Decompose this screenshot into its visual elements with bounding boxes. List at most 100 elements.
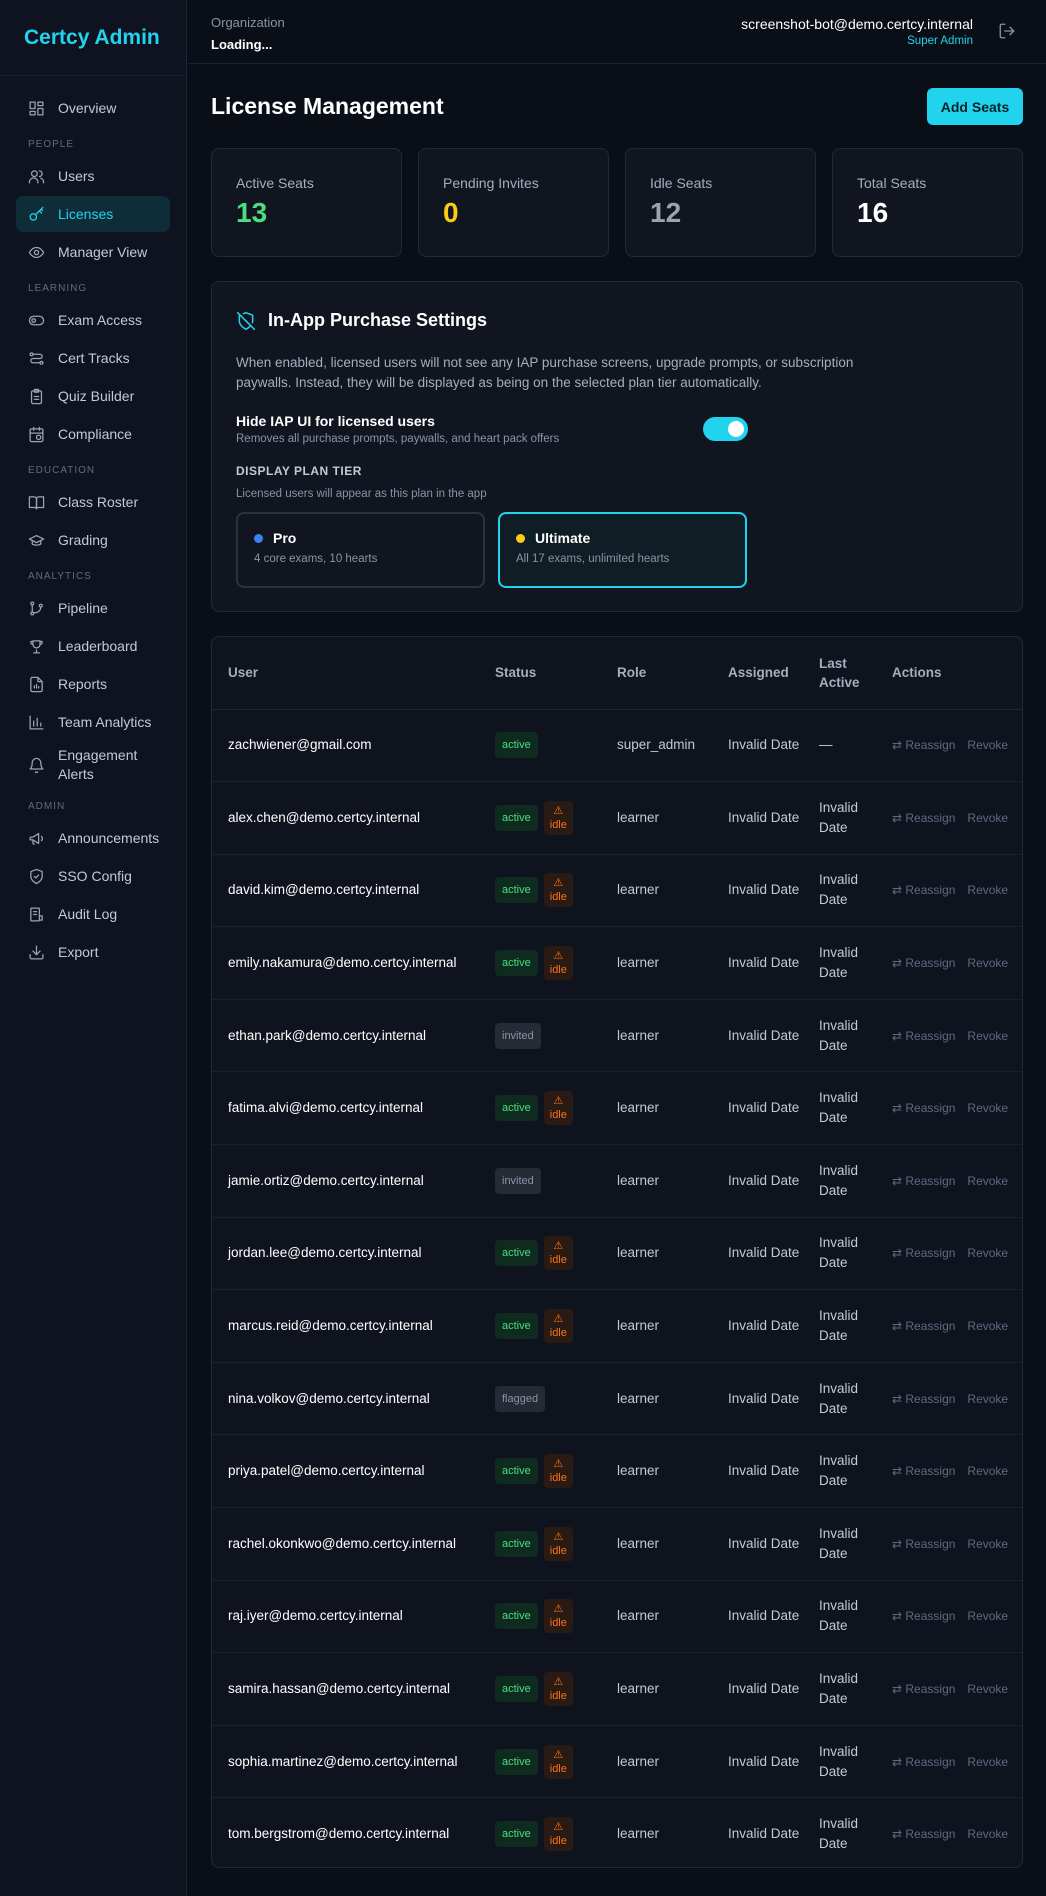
stat-value: 16 [857,197,889,228]
reassign-button[interactable]: ⇄ Reassign [892,1174,955,1188]
status-cell: active⚠ idle [479,854,601,928]
user-email-cell: jamie.ortiz@demo.certcy.internal [212,1144,479,1218]
sidebar-item-manager-view[interactable]: Manager View [16,234,170,270]
tier-desc: All 17 exams, unlimited hearts [516,553,670,565]
column-header-status: Status [479,637,601,710]
revoke-button[interactable]: Revoke [967,1682,1008,1696]
brand-logo[interactable]: Certcy Admin [0,0,186,76]
actions-cell: ⇄ Reassign Revoke [876,1144,1022,1218]
stat-value: 12 [650,197,682,228]
idle-label: idle [549,891,567,904]
revoke-button[interactable]: Revoke [967,1755,1008,1769]
reassign-button[interactable]: ⇄ Reassign [892,1537,955,1551]
sidebar-item-cert-tracks[interactable]: Cert Tracks [16,340,170,376]
status-badge: invited [495,1167,541,1194]
tier-option-pro[interactable]: Pro 4 core exams, 10 hearts [236,512,485,588]
reassign-button[interactable]: ⇄ Reassign [892,1609,955,1623]
role-cell: learner [601,999,712,1073]
sidebar-item-leaderboard[interactable]: Leaderboard [16,628,170,664]
sidebar-item-export[interactable]: Export [16,934,170,970]
revoke-button[interactable]: Revoke [967,1246,1008,1260]
user-role: Super Admin [907,35,973,47]
org-value[interactable]: Loading... [211,37,272,52]
revoke-button[interactable]: Revoke [967,1029,1008,1043]
reassign-button[interactable]: ⇄ Reassign [892,1029,955,1043]
reassign-button[interactable]: ⇄ Reassign [892,811,955,825]
bell-icon [29,757,44,773]
warning-icon: ⚠ [553,1095,564,1108]
revoke-button[interactable]: Revoke [967,1101,1008,1115]
revoke-button[interactable]: Revoke [967,1464,1008,1478]
revoke-button[interactable]: Revoke [967,1827,1008,1841]
reassign-button[interactable]: ⇄ Reassign [892,1101,955,1115]
reassign-button[interactable]: ⇄ Reassign [892,1682,955,1696]
revoke-button[interactable]: Revoke [967,1392,1008,1406]
idle-badge: ⚠ idle [543,1236,573,1271]
revoke-button[interactable]: Revoke [967,738,1008,752]
last-active-cell: Invalid Date [803,1071,876,1146]
sidebar-item-engagement-alerts[interactable]: Engagement Alerts [16,742,170,788]
reassign-button[interactable]: ⇄ Reassign [892,883,955,897]
reassign-button[interactable]: ⇄ Reassign [892,1464,955,1478]
sidebar-item-licenses[interactable]: Licenses [16,196,170,232]
reassign-button[interactable]: ⇄ Reassign [892,738,955,752]
reassign-button[interactable]: ⇄ Reassign [892,1827,955,1841]
hide-iap-toggle[interactable] [703,417,748,441]
sidebar-item-sso-config[interactable]: SSO Config [16,858,170,894]
book-icon [28,495,45,510]
sidebar-item-grading[interactable]: Grading [16,522,170,558]
status-badge: active [495,1821,538,1848]
status-badge: active [495,1530,538,1557]
revoke-button[interactable]: Revoke [967,883,1008,897]
iap-settings-card: In-App Purchase Settings When enabled, l… [211,281,1023,612]
reassign-button[interactable]: ⇄ Reassign [892,1392,955,1406]
sidebar-item-pipeline[interactable]: Pipeline [16,590,170,626]
tier-option-ultimate[interactable]: Ultimate All 17 exams, unlimited hearts [498,512,747,588]
sidebar-item-team-analytics[interactable]: Team Analytics [16,704,170,740]
stat-label: Total Seats [857,175,927,191]
sidebar-item-label: Team Analytics [58,714,152,730]
sidebar-item-audit-log[interactable]: Audit Log [16,896,170,932]
assigned-cell: Invalid Date [712,854,803,928]
sidebar-item-label: Class Roster [58,494,139,510]
shield-off-icon [236,311,256,330]
sidebar-item-class-roster[interactable]: Class Roster [16,484,170,520]
reassign-button[interactable]: ⇄ Reassign [892,1319,955,1333]
revoke-button[interactable]: Revoke [967,1174,1008,1188]
sidebar-item-exam-access[interactable]: Exam Access [16,302,170,338]
add-seats-button[interactable]: Add Seats [927,88,1023,125]
nav-section-analytics: ANALYTICS [28,571,92,582]
revoke-button[interactable]: Revoke [967,811,1008,825]
assigned-cell: Invalid Date [712,1580,803,1654]
sidebar-item-compliance[interactable]: Compliance [16,416,170,452]
sidebar-item-users[interactable]: Users [16,158,170,194]
sidebar-item-reports[interactable]: Reports [16,666,170,702]
logout-button[interactable] [998,22,1016,40]
status-cell: active⚠ idle [479,1725,601,1799]
user-email-cell: tom.bergstrom@demo.certcy.internal [228,1826,450,1842]
warning-icon: ⚠ [553,1603,564,1616]
table-row: david.kim@demo.certcy.internal active⚠ idl… [212,854,1022,928]
revoke-button[interactable]: Revoke [967,1319,1008,1333]
sidebar-item-announcements[interactable]: Announcements [16,820,170,856]
last-active-cell: Invalid Date [803,1507,876,1581]
sidebar-item-overview[interactable]: Overview [16,90,170,126]
column-header-last-active: Last Active [803,637,876,710]
reassign-button[interactable]: ⇄ Reassign [892,956,955,970]
last-active-cell: Invalid Date [803,1434,876,1509]
revoke-button[interactable]: Revoke [967,956,1008,970]
warning-icon: ⚠ [553,804,564,817]
revoke-button[interactable]: Revoke [967,1609,1008,1623]
assigned-cell: Invalid Date [712,781,803,855]
actions-cell: ⇄ Reassign Revoke [876,1507,1022,1581]
role-cell: learner [601,926,712,1000]
reassign-button[interactable]: ⇄ Reassign [892,1246,955,1260]
status-badge: active [495,877,538,904]
sidebar-item-quiz-builder[interactable]: Quiz Builder [16,378,170,414]
reassign-button[interactable]: ⇄ Reassign [892,1755,955,1769]
last-active-cell: Invalid Date [803,1289,876,1363]
status-cell: active⚠ idle [479,1652,601,1726]
table-row: zachwiener@gmail.com active super_admin Inv… [212,709,1022,783]
last-active-cell: Invalid Date [803,1652,876,1726]
revoke-button[interactable]: Revoke [967,1537,1008,1551]
